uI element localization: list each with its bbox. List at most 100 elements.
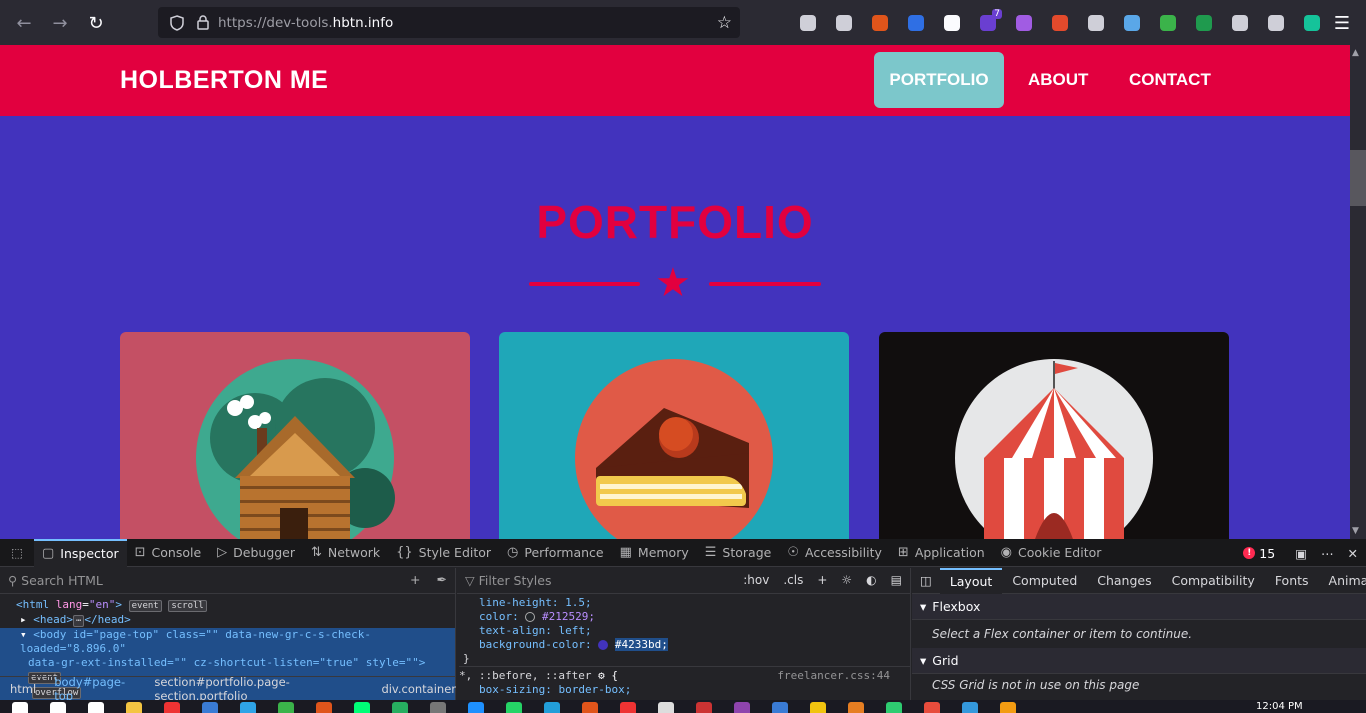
portfolio-item-cabin[interactable] — [120, 332, 470, 539]
pocket-icon[interactable] — [790, 9, 826, 37]
taskbar-app-icon[interactable] — [392, 702, 408, 713]
rule-source-link[interactable]: freelancer.css:44 — [777, 669, 890, 683]
excel-icon[interactable] — [1186, 9, 1222, 37]
taskbar-app-icon[interactable] — [50, 702, 66, 713]
taskbar-app-icon[interactable] — [468, 702, 484, 713]
add-rule-icon[interactable]: + — [817, 573, 827, 587]
mj-icon[interactable] — [934, 9, 970, 37]
tab-application[interactable]: ⊞ Application — [890, 539, 993, 567]
taskbar-clock[interactable]: 12:04 PM — [1256, 701, 1303, 712]
taskbar-app-icon[interactable] — [430, 702, 446, 713]
rule-background-color[interactable]: background-color: #4233bd; — [479, 638, 910, 652]
taskbar-app-icon[interactable] — [1000, 702, 1016, 713]
tab-animations[interactable]: Animatio — [1319, 568, 1366, 594]
color-swatch-icon[interactable] — [525, 612, 536, 622]
event-badge[interactable]: event — [128, 600, 162, 612]
gear-icon[interactable]: ⚙ — [598, 669, 605, 682]
error-count-badge[interactable]: ! 15 — [1243, 546, 1275, 561]
tab-inspector[interactable]: ▢ Inspector — [34, 538, 127, 567]
tab-memory[interactable]: ▦ Memory — [612, 539, 697, 567]
rule-color[interactable]: color: #212529; — [479, 610, 910, 624]
taskbar-app-icon[interactable] — [620, 702, 636, 713]
tab-fonts[interactable]: Fonts — [1265, 568, 1319, 594]
rule-box-sizing[interactable]: box-sizing: border-box; — [479, 683, 910, 697]
tab-computed[interactable]: Computed — [1002, 568, 1087, 594]
tab-changes[interactable]: Changes — [1087, 568, 1161, 594]
page-scrollbar-thumb[interactable] — [1350, 150, 1366, 206]
tab-network[interactable]: ⇅ Network — [303, 539, 388, 567]
portfolio-item-cake[interactable] — [499, 332, 849, 539]
scroll-badge[interactable]: scroll — [168, 600, 207, 612]
shield-icon[interactable] — [166, 14, 188, 31]
breadcrumb-body[interactable]: body#page-top — [54, 675, 136, 703]
head-node[interactable]: ▸ <head> ⋯ </head> — [16, 613, 455, 628]
hov-toggle[interactable]: :hov — [743, 573, 769, 587]
tab-console[interactable]: ⊡ Console — [127, 539, 210, 567]
taskbar-app-icon[interactable] — [240, 702, 256, 713]
taskbar-app-icon[interactable] — [202, 702, 218, 713]
tab-cookie-editor[interactable]: ◉ Cookie Editor — [993, 539, 1110, 567]
breadcrumb-html[interactable]: html — [10, 682, 36, 696]
filter-styles-input[interactable]: Filter Styles — [479, 573, 552, 588]
taskbar-app-icon[interactable] — [88, 702, 104, 713]
ball-icon[interactable] — [1042, 9, 1078, 37]
taskbar-app-icon[interactable] — [12, 702, 28, 713]
tab-accessibility[interactable]: ☉ Accessibility — [779, 539, 890, 567]
scroll-down-icon[interactable]: ▼ — [1352, 526, 1359, 536]
taskbar-app-icon[interactable] — [582, 702, 598, 713]
taskbar-app-icon[interactable] — [658, 702, 674, 713]
close-devtools-icon[interactable]: ✕ — [1348, 546, 1358, 561]
scroll-up-icon[interactable]: ▲ — [1352, 48, 1359, 58]
rule-text-align[interactable]: text-align: left; — [479, 624, 910, 638]
download-icon[interactable] — [898, 9, 934, 37]
bg-swatch-icon[interactable] — [598, 640, 609, 650]
taskbar-app-icon[interactable] — [164, 702, 180, 713]
universal-rule-header[interactable]: *, ::before, ::after ⚙ {freelancer.css:4… — [459, 666, 910, 683]
lock-icon[interactable] — [192, 15, 214, 30]
tab-storage[interactable]: ☰ Storage — [697, 539, 780, 567]
taskbar-app-icon[interactable] — [848, 702, 864, 713]
calendar-badge-icon[interactable]: 7 — [970, 8, 1006, 37]
dark-mode-icon[interactable]: ◐ — [866, 573, 876, 587]
taskbar-app-icon[interactable] — [316, 702, 332, 713]
tab-performance[interactable]: ◷ Performance — [499, 539, 612, 567]
taskbar-app-icon[interactable] — [544, 702, 560, 713]
taskbar-app-icon[interactable] — [354, 702, 370, 713]
more-options-icon[interactable]: ⋯ — [1321, 546, 1334, 561]
taskbar-app-icon[interactable] — [696, 702, 712, 713]
page-scrollbar[interactable] — [1350, 45, 1366, 539]
menu-icon[interactable]: ☰ — [1324, 5, 1360, 41]
breadcrumb-section[interactable]: section#portfolio.page-section.portfolio — [154, 675, 363, 703]
taskbar-app-icon[interactable] — [126, 702, 142, 713]
taskbar-app-icon[interactable] — [924, 702, 940, 713]
element-picker-icon[interactable]: ⬚ — [0, 545, 34, 560]
breadcrumb-div[interactable]: div.container — [381, 682, 456, 696]
body-node[interactable]: ▾ <body id="page-top" class="" data-new-… — [0, 628, 455, 656]
sidebar-toggle-icon[interactable]: ◫ — [912, 573, 940, 588]
portfolio-item-circus[interactable] — [879, 332, 1229, 539]
url-bar[interactable]: https://dev-tools.hbtn.info ☆ — [158, 7, 740, 38]
cloud-icon[interactable] — [1114, 9, 1150, 37]
library-icon[interactable] — [826, 9, 862, 37]
taskbar-app-icon[interactable] — [886, 702, 902, 713]
nav-link-portfolio[interactable]: PORTFOLIO — [874, 52, 1004, 108]
flexbox-section-header[interactable]: ▾ Flexbox — [912, 594, 1366, 620]
responsive-design-icon[interactable]: ▣ — [1295, 546, 1307, 561]
nav-link-contact[interactable]: CONTACT — [1113, 52, 1227, 108]
tab-debugger[interactable]: ▷ Debugger — [209, 539, 303, 567]
pen-icon[interactable] — [1222, 9, 1258, 37]
taskbar-app-icon[interactable] — [278, 702, 294, 713]
parentheses-icon[interactable] — [1006, 9, 1042, 37]
tab-compatibility[interactable]: Compatibility — [1162, 568, 1265, 594]
reload-button[interactable]: ↻ — [78, 5, 114, 41]
taskbar-app-icon[interactable] — [810, 702, 826, 713]
cookie-icon[interactable] — [1078, 9, 1114, 37]
taskbar-app-icon[interactable] — [734, 702, 750, 713]
grid-section-header[interactable]: ▾ Grid — [912, 648, 1366, 674]
vee-icon[interactable] — [1258, 9, 1294, 37]
site-brand[interactable]: HOLBERTON ME — [120, 66, 328, 95]
rule-line-height[interactable]: line-height: 1.5; — [479, 596, 910, 610]
tab-layout[interactable]: Layout — [939, 567, 1003, 594]
taskbar-app-icon[interactable] — [772, 702, 788, 713]
forward-button[interactable]: → — [42, 5, 78, 41]
